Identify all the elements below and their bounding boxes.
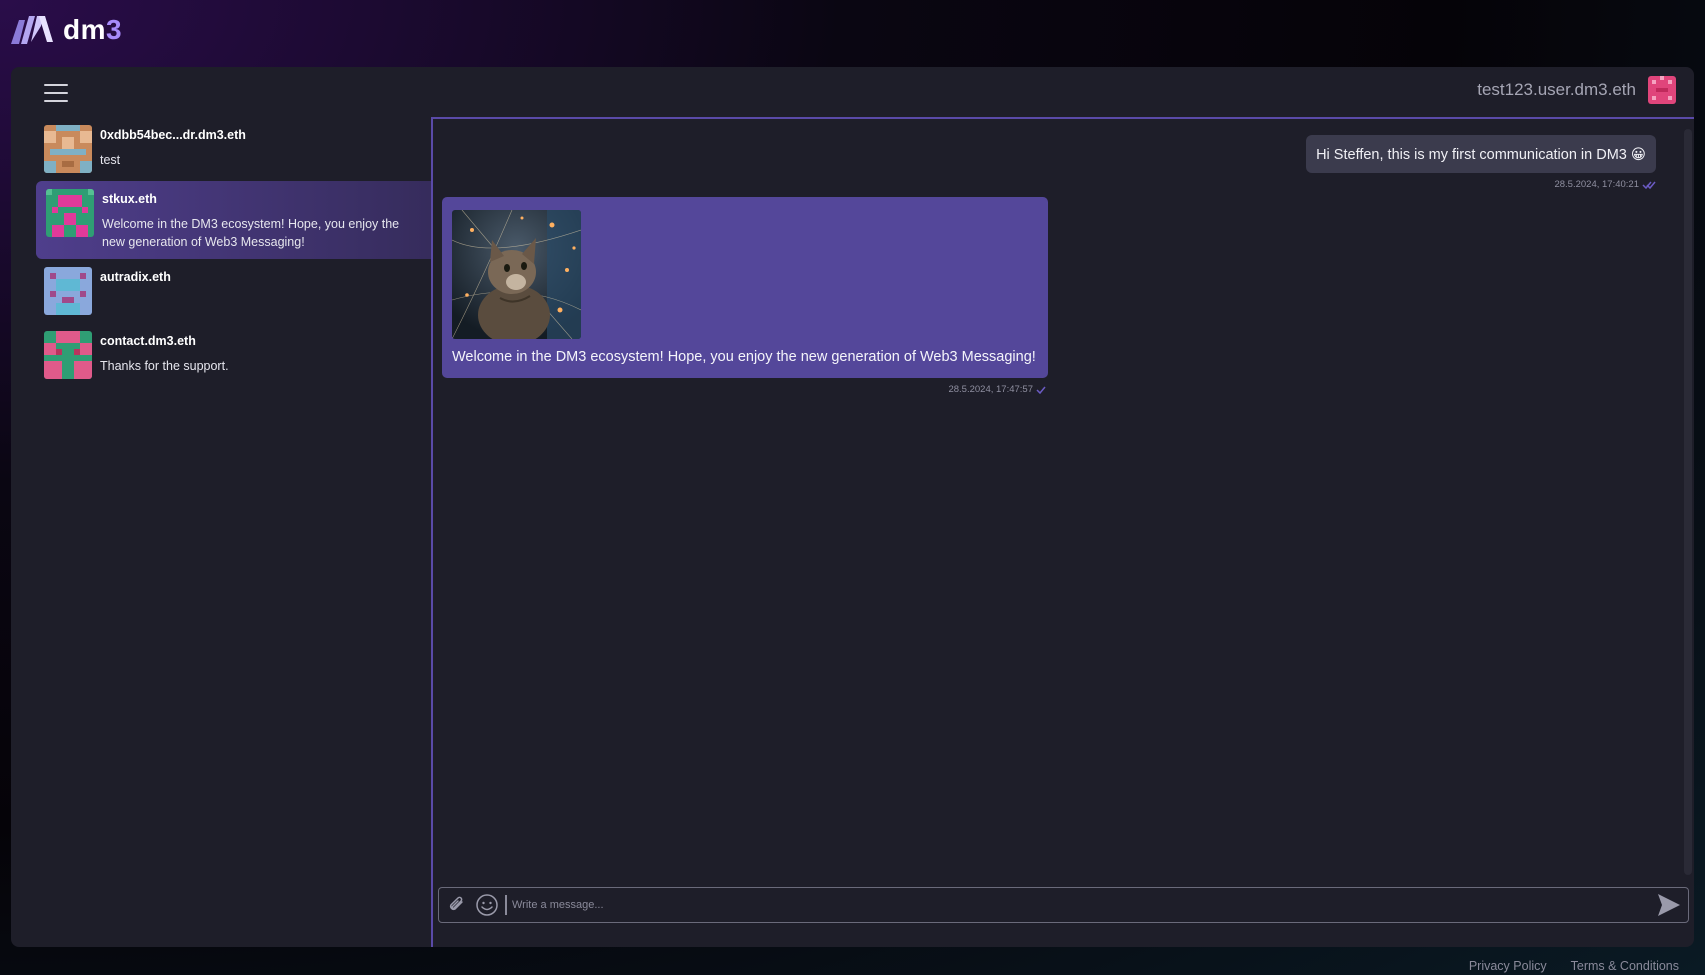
- double-check-icon: [1642, 181, 1656, 189]
- contact-item[interactable]: 0xdbb54bec...dr.dm3.eth test: [11, 117, 431, 181]
- contact-avatar: [44, 267, 92, 315]
- dm3-logo[interactable]: dm3: [11, 14, 122, 46]
- contact-preview: Thanks for the support.: [100, 359, 229, 373]
- emoji-icon[interactable]: [475, 893, 499, 917]
- message-meta: 28.5.2024, 17:40:21: [1306, 179, 1656, 190]
- account-avatar[interactable]: [1648, 76, 1676, 104]
- contact-name: stkux.eth: [102, 192, 157, 206]
- message-bubble[interactable]: Welcome in the DM3 ecosystem! Hope, you …: [442, 197, 1048, 378]
- contact-preview: test: [100, 153, 121, 167]
- kitten-image[interactable]: [452, 210, 581, 339]
- contact-list: 0xdbb54bec...dr.dm3.eth test stkux.eth W…: [11, 117, 431, 947]
- message-input[interactable]: [512, 899, 1654, 911]
- message-meta: 28.5.2024, 17:47:57: [442, 384, 1048, 395]
- footer-links: Privacy Policy Terms & Conditions: [1469, 959, 1679, 973]
- outgoing-message: Hi Steffen, this is my first communicati…: [1306, 135, 1656, 190]
- chat-scrollbar[interactable]: [1684, 129, 1692, 875]
- contact-avatar: [44, 125, 92, 173]
- privacy-policy-link[interactable]: Privacy Policy: [1469, 959, 1547, 973]
- brand-name: dm3: [63, 14, 123, 45]
- top-bar: test123.user.dm3.eth: [11, 67, 1694, 117]
- message-composer: [438, 887, 1689, 923]
- terms-link[interactable]: Terms & Conditions: [1571, 959, 1679, 973]
- contact-preview: Welcome in the DM3 ecosystem! Hope, you …: [102, 217, 400, 249]
- contact-name: contact.dm3.eth: [100, 334, 196, 348]
- paperclip-icon[interactable]: [445, 893, 469, 917]
- contact-avatar: [44, 331, 92, 379]
- incoming-message: Welcome in the DM3 ecosystem! Hope, you …: [442, 197, 1048, 395]
- send-icon[interactable]: [1654, 890, 1684, 920]
- contact-item[interactable]: autradix.eth: [11, 259, 431, 323]
- contact-item[interactable]: contact.dm3.eth Thanks for the support.: [11, 323, 431, 387]
- input-cursor: [505, 895, 507, 915]
- contact-item-selected[interactable]: stkux.eth Welcome in the DM3 ecosystem! …: [36, 181, 431, 259]
- message-timestamp: 28.5.2024, 17:47:57: [948, 384, 1033, 395]
- contact-name: autradix.eth: [100, 270, 171, 284]
- message-timestamp: 28.5.2024, 17:40:21: [1554, 179, 1639, 190]
- account-info[interactable]: test123.user.dm3.eth: [1477, 76, 1676, 104]
- check-icon: [1036, 386, 1046, 394]
- account-name: test123.user.dm3.eth: [1477, 80, 1636, 99]
- chat-panel: Hi Steffen, this is my first communicati…: [431, 117, 1694, 947]
- message-bubble[interactable]: Hi Steffen, this is my first communicati…: [1306, 135, 1656, 173]
- message-text: Welcome in the DM3 ecosystem! Hope, you …: [452, 349, 1036, 365]
- contact-name: 0xdbb54bec...dr.dm3.eth: [100, 128, 246, 142]
- dm3-logo-icon: [11, 16, 53, 44]
- menu-icon[interactable]: [44, 84, 68, 104]
- contact-avatar: [46, 189, 94, 237]
- messenger-app: test123.user.dm3.eth 0xdbb54bec...dr.dm3…: [11, 67, 1694, 947]
